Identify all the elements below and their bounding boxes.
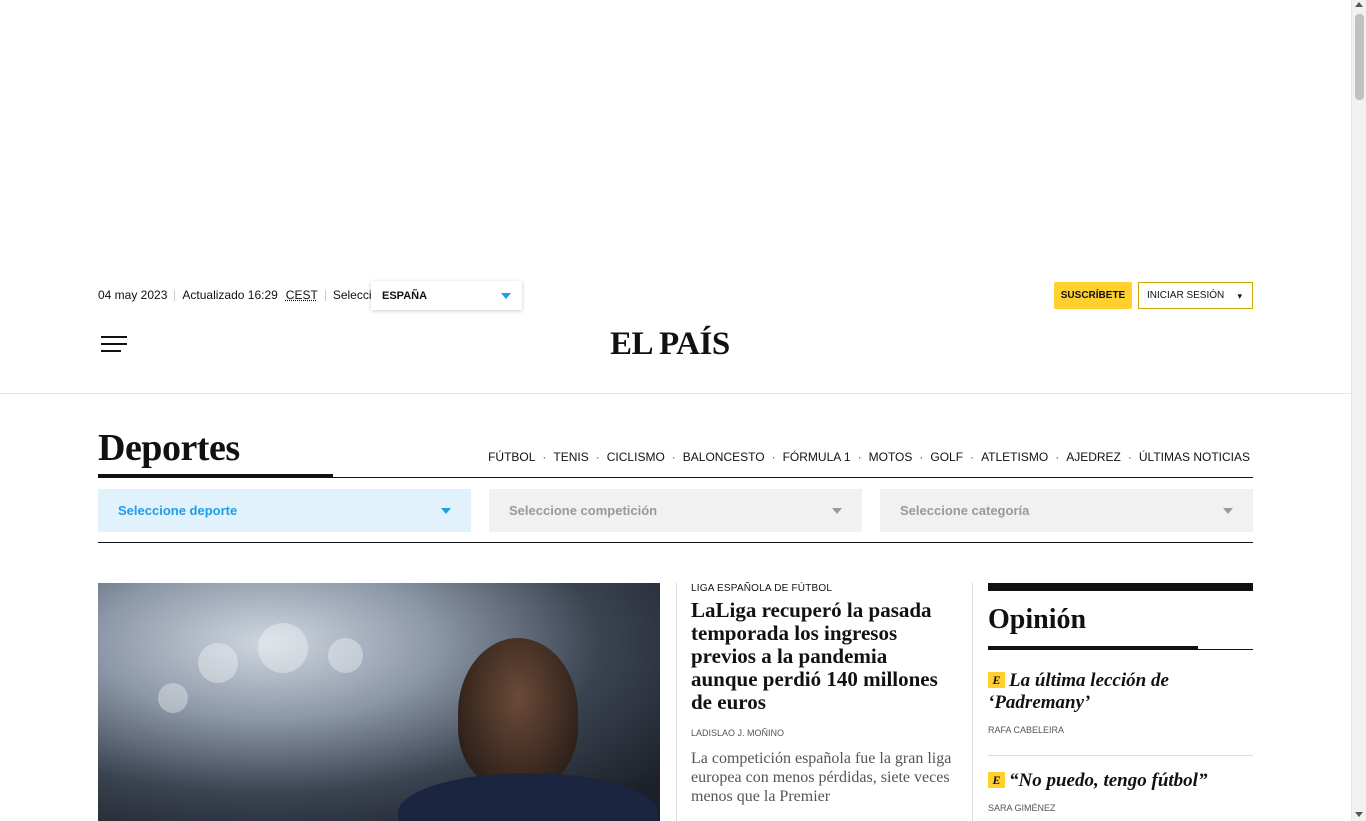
competition-select-label: Seleccione competición bbox=[509, 503, 658, 518]
updated-time: Actualizado 16:29 bbox=[182, 288, 278, 302]
opinion-rule bbox=[988, 649, 1253, 650]
lead-article: LIGA ESPAÑOLA DE FÚTBOL LaLiga recuperó … bbox=[691, 583, 953, 806]
top-bar: 04 may 2023 Actualizado 16:29 CEST Selec… bbox=[98, 281, 1253, 310]
opinion-author[interactable]: RAFA CABELEIRA bbox=[988, 725, 1253, 735]
caret-down-icon bbox=[832, 508, 842, 514]
column-divider bbox=[972, 583, 973, 821]
nav-separator: · bbox=[919, 450, 924, 464]
nav-item-ultimas-noticias[interactable]: ÚLTIMAS NOTICIAS bbox=[1139, 450, 1250, 464]
opinion-author[interactable]: SARA GIMÉNEZ bbox=[988, 803, 1253, 813]
caret-down-icon bbox=[441, 508, 451, 514]
edition-value: ESPAÑA bbox=[382, 289, 428, 302]
sports-nav: FÚTBOL · TENIS · CICLISMO · BALONCESTO ·… bbox=[488, 450, 1250, 464]
nav-item-formula-1[interactable]: FÓRMULA 1 bbox=[783, 450, 851, 464]
category-select-label: Seleccione categoría bbox=[900, 503, 1030, 518]
opinion-item: E La última lección de ‘Padremany’ RAFA C… bbox=[988, 670, 1253, 735]
opinion-section: Opinión E La última lección de ‘Padremany… bbox=[988, 583, 1253, 813]
image-bokeh bbox=[158, 683, 188, 713]
chevron-down-icon: ▾ bbox=[1237, 291, 1242, 301]
section-title[interactable]: Deportes bbox=[98, 426, 240, 470]
opinion-title-underline bbox=[988, 646, 1198, 649]
subscribe-button[interactable]: SUSCRÍBETE bbox=[1054, 282, 1132, 309]
opinion-headline-text: La última lección de ‘Padremany’ bbox=[988, 670, 1169, 713]
opinion-top-bar bbox=[988, 583, 1253, 591]
nav-separator: · bbox=[857, 450, 862, 464]
date-meta: 04 may 2023 Actualizado 16:29 CEST Selec… bbox=[98, 288, 395, 302]
article-summary: La competición española fue la gran liga… bbox=[691, 750, 952, 805]
nav-item-golf[interactable]: GOLF bbox=[930, 450, 963, 464]
edition-select[interactable]: ESPAÑA bbox=[371, 281, 522, 310]
nav-separator: · bbox=[970, 450, 975, 464]
opinion-divider bbox=[988, 755, 1253, 756]
timezone: CEST bbox=[285, 288, 318, 302]
column-divider bbox=[676, 583, 677, 821]
image-bokeh bbox=[198, 643, 238, 683]
caret-down-icon bbox=[501, 293, 511, 299]
competition-select[interactable]: Seleccione competición bbox=[489, 489, 862, 532]
opinion-headline-text: “No puedo, tengo fútbol” bbox=[1009, 770, 1208, 791]
section-title-underline bbox=[98, 474, 333, 478]
nav-item-futbol[interactable]: FÚTBOL bbox=[488, 450, 535, 464]
opinion-headline[interactable]: E “No puedo, tengo fútbol” bbox=[988, 770, 1253, 792]
site-logo[interactable]: EL PAÍS bbox=[610, 326, 730, 363]
nav-item-baloncesto[interactable]: BALONCESTO bbox=[683, 450, 765, 464]
nav-item-atletismo[interactable]: ATLETISMO bbox=[981, 450, 1048, 464]
meta-divider bbox=[174, 289, 176, 301]
scroll-up-arrow-icon[interactable] bbox=[1355, 2, 1363, 7]
nav-separator: · bbox=[1127, 450, 1132, 464]
category-select[interactable]: Seleccione categoría bbox=[880, 489, 1253, 532]
nav-item-motos[interactable]: MOTOS bbox=[869, 450, 913, 464]
nav-separator: · bbox=[771, 450, 776, 464]
page-scrollbar[interactable] bbox=[1351, 0, 1366, 821]
opinion-headline[interactable]: E La última lección de ‘Padremany’ bbox=[988, 670, 1253, 714]
caret-down-icon bbox=[1223, 508, 1233, 514]
sport-select[interactable]: Seleccione deporte bbox=[98, 489, 471, 532]
login-button[interactable]: INICIAR SESIÓN ▾ bbox=[1138, 282, 1253, 309]
image-bokeh bbox=[258, 623, 308, 673]
article-kicker[interactable]: LIGA ESPAÑOLA DE FÚTBOL bbox=[691, 583, 953, 594]
header-divider bbox=[0, 393, 1351, 394]
nav-item-tenis[interactable]: TENIS bbox=[553, 450, 588, 464]
scroll-thumb[interactable] bbox=[1355, 14, 1364, 100]
image-player-shirt bbox=[398, 773, 658, 821]
nav-separator: · bbox=[595, 450, 600, 464]
current-date: 04 may 2023 bbox=[98, 288, 168, 302]
sport-select-label: Seleccione deporte bbox=[118, 503, 238, 518]
filters-rule bbox=[98, 542, 1253, 543]
meta-divider bbox=[324, 289, 326, 301]
nav-item-ajedrez[interactable]: AJEDREZ bbox=[1066, 450, 1121, 464]
lead-article-image[interactable] bbox=[98, 583, 660, 821]
login-label: INICIAR SESIÓN bbox=[1147, 290, 1225, 301]
image-bokeh bbox=[328, 638, 363, 673]
ad-space bbox=[0, 0, 1351, 262]
image-player-head bbox=[458, 638, 578, 788]
scroll-down-arrow-icon[interactable] bbox=[1355, 812, 1363, 817]
opinion-title[interactable]: Opinión bbox=[988, 604, 1253, 636]
nav-item-ciclismo[interactable]: CICLISMO bbox=[607, 450, 665, 464]
filters-bar: Seleccione deporte Seleccione competició… bbox=[98, 489, 1253, 532]
menu-hamburger-icon[interactable] bbox=[101, 336, 127, 352]
article-byline[interactable]: LADISLAO J. MOÑINO bbox=[691, 728, 953, 738]
opinion-badge-icon: E bbox=[988, 672, 1005, 688]
article-headline[interactable]: LaLiga recuperó la pasada temporada los … bbox=[691, 599, 953, 714]
opinion-badge-icon: E bbox=[988, 772, 1005, 788]
opinion-item: E “No puedo, tengo fútbol” SARA GIMÉNEZ bbox=[988, 770, 1253, 813]
nav-separator: · bbox=[671, 450, 676, 464]
nav-separator: · bbox=[542, 450, 547, 464]
nav-separator: · bbox=[1055, 450, 1060, 464]
